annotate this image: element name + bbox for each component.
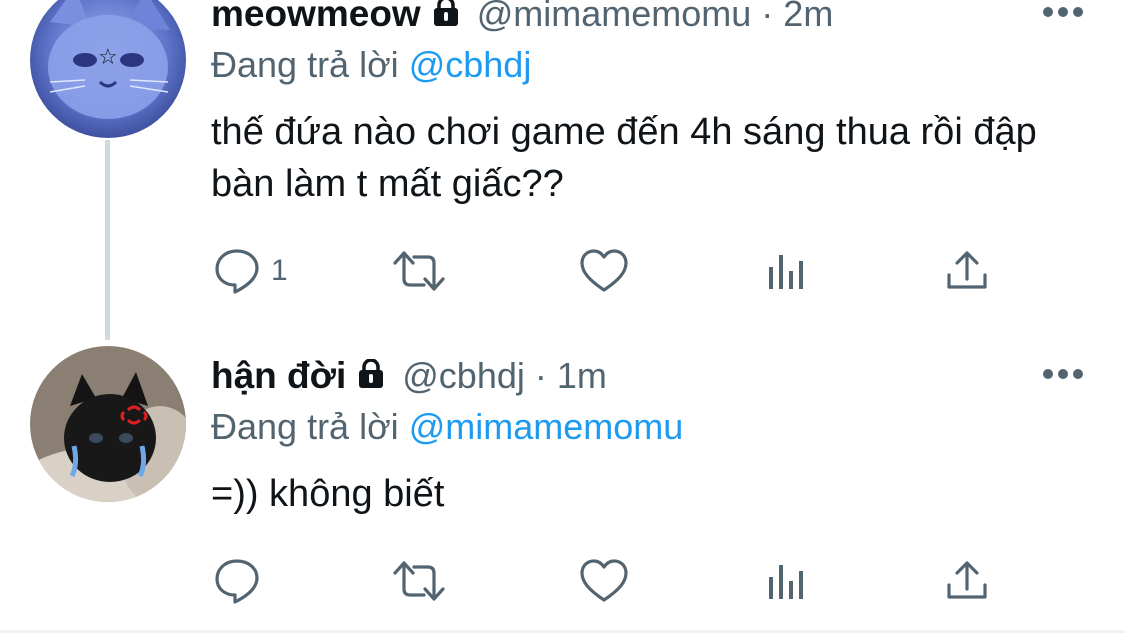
display-name[interactable]: meowmeow <box>211 0 421 35</box>
analytics-icon <box>767 561 807 601</box>
like-button[interactable] <box>579 556 629 606</box>
separator: · <box>534 355 547 396</box>
svg-text:☆: ☆ <box>98 45 118 70</box>
mention-link[interactable]: @mimamemomu <box>409 406 684 447</box>
analytics-button[interactable] <box>767 246 807 296</box>
reply-button[interactable] <box>213 556 271 606</box>
action-bar: 1 <box>211 246 1001 296</box>
like-button[interactable] <box>579 246 629 296</box>
replying-to: Đang trả lời @mimamemomu <box>211 406 683 448</box>
timestamp[interactable]: 2m <box>783 0 833 35</box>
analytics-button[interactable] <box>767 556 807 606</box>
more-icon[interactable] <box>1043 367 1083 381</box>
reply-icon <box>213 248 261 294</box>
tweet-text: thế đứa nào chơi game đến 4h sáng thua r… <box>211 111 1037 205</box>
share-button[interactable] <box>945 246 989 296</box>
lock-icon <box>356 357 386 394</box>
retweet-button[interactable] <box>391 556 447 606</box>
tweet-text: =)) không biết <box>211 473 445 515</box>
replying-prefix: Đang trả lời <box>211 44 399 85</box>
retweet-icon <box>391 559 447 603</box>
reply-count: 1 <box>271 254 288 287</box>
replying-to: Đang trả lời @cbhdj <box>211 44 531 86</box>
share-icon <box>945 249 989 293</box>
lock-icon <box>431 0 461 32</box>
avatar[interactable] <box>30 346 186 502</box>
tweet-1[interactable]: ☆ meowmeow @mimamemomu · 2m Đang trả lời… <box>0 0 1125 340</box>
tweet-2[interactable]: hận đời @cbhdj · 1m Đang trả lời @mimame… <box>0 330 1125 630</box>
analytics-icon <box>767 251 807 291</box>
tweet-header: hận đời @cbhdj · 1m <box>211 355 607 397</box>
retweet-icon <box>391 249 447 293</box>
handle[interactable]: @mimamemomu <box>477 0 752 35</box>
replying-prefix: Đang trả lời <box>211 406 399 447</box>
like-icon <box>579 248 629 294</box>
more-icon[interactable] <box>1043 5 1083 19</box>
reply-icon <box>213 558 261 604</box>
retweet-button[interactable] <box>391 246 447 296</box>
timestamp[interactable]: 1m <box>557 355 607 397</box>
separator: · <box>761 0 774 34</box>
reply-button[interactable]: 1 <box>213 246 288 296</box>
action-bar <box>211 556 1001 606</box>
mention-link[interactable]: @cbhdj <box>409 44 532 85</box>
thread-line <box>105 140 110 340</box>
tweet-header: meowmeow @mimamemomu · 2m <box>211 0 833 34</box>
handle[interactable]: @cbhdj <box>402 355 525 397</box>
display-name[interactable]: hận đời <box>211 355 346 397</box>
share-button[interactable] <box>945 556 989 606</box>
share-icon <box>945 559 989 603</box>
avatar[interactable]: ☆ <box>30 0 186 138</box>
like-icon <box>579 558 629 604</box>
